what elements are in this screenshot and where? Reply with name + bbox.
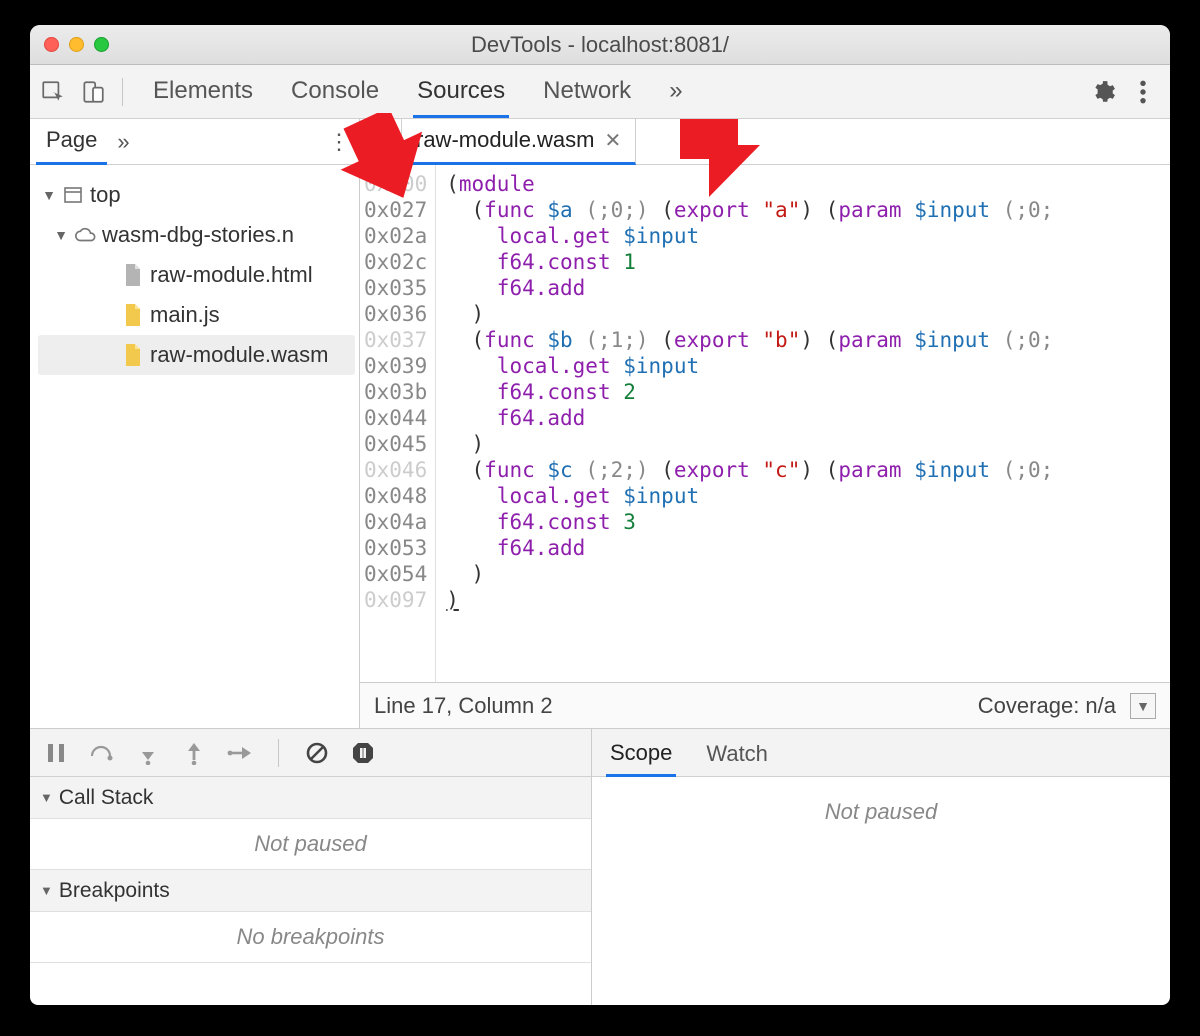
frame-icon (62, 184, 84, 206)
file-js-icon (122, 304, 144, 326)
disclosure-down-icon: ▼ (42, 177, 56, 213)
kebab-menu-icon[interactable] (1126, 75, 1160, 109)
tab-network[interactable]: Network (539, 65, 635, 118)
code-lines[interactable]: (module (func $a (;0;) (export "a") (par… (436, 165, 1053, 682)
more-tabs-icon[interactable]: » (665, 65, 686, 118)
debugger-pane: ▼ Call Stack Not paused ▼ Breakpoints No… (30, 729, 1170, 1005)
editor-tab-label: raw-module.wasm (416, 127, 595, 153)
separator (122, 78, 123, 106)
breakpoints-title: Breakpoints (59, 879, 170, 903)
cloud-icon (74, 224, 96, 246)
code-editor[interactable]: 0x000 0x027 0x02a 0x02c 0x035 0x036 0x03… (360, 165, 1170, 682)
debugger-right: Scope Watch Not paused (592, 729, 1170, 1005)
breakpoints-body: No breakpoints (30, 912, 591, 963)
upper-split: Page » ⋮ ▼ top ▼ (30, 119, 1170, 729)
pause-on-exceptions-icon[interactable] (349, 739, 377, 767)
file-wasm-icon (122, 344, 144, 366)
tab-scope[interactable]: Scope (606, 729, 676, 777)
devtools-window: DevTools - localhost:8081/ Elements Cons… (30, 25, 1170, 1005)
panel-tabs: Elements Console Sources Network » (149, 65, 687, 118)
window-title: DevTools - localhost:8081/ (30, 32, 1170, 58)
tree-file[interactable]: raw-module.html (38, 255, 355, 295)
file-tree: ▼ top ▼ wasm-dbg-stories.n (30, 165, 359, 381)
tab-watch[interactable]: Watch (702, 730, 772, 775)
gear-icon[interactable] (1086, 75, 1120, 109)
annotation-arrow-icon (340, 113, 435, 203)
callstack-title: Call Stack (59, 786, 154, 810)
tree-label: raw-module.html (150, 257, 313, 293)
scope-watch-tabs: Scope Watch (592, 729, 1170, 777)
coverage-label: Coverage: n/a (978, 693, 1116, 719)
annotation-arrow-icon (680, 119, 760, 199)
callstack-header[interactable]: ▼ Call Stack (30, 777, 591, 819)
deactivate-breakpoints-icon[interactable] (303, 739, 331, 767)
device-toolbar-icon[interactable] (76, 75, 110, 109)
coverage-toggle-icon[interactable]: ▼ (1130, 693, 1156, 719)
tree-file[interactable]: main.js (38, 295, 355, 335)
tree-label: wasm-dbg-stories.n (102, 217, 294, 253)
step-into-icon[interactable] (134, 739, 162, 767)
titlebar: DevTools - localhost:8081/ (30, 25, 1170, 65)
editor-pane: raw-module.wasm ✕ 0x000 0x027 0x02a 0x02… (360, 119, 1170, 728)
breakpoints-header[interactable]: ▼ Breakpoints (30, 870, 591, 912)
tree-label: raw-module.wasm (150, 337, 329, 373)
devtools-toolbar: Elements Console Sources Network » (30, 65, 1170, 119)
debugger-left: ▼ Call Stack Not paused ▼ Breakpoints No… (30, 729, 592, 1005)
step-over-icon[interactable] (88, 739, 116, 767)
close-tab-icon[interactable]: ✕ (605, 128, 622, 153)
tree-label: main.js (150, 297, 220, 333)
step-out-icon[interactable] (180, 739, 208, 767)
disclosure-down-icon: ▼ (40, 790, 53, 805)
disclosure-down-icon: ▼ (40, 883, 53, 898)
separator (278, 739, 279, 767)
navigator-tabs: Page » ⋮ (30, 119, 359, 165)
tab-sources[interactable]: Sources (413, 65, 509, 118)
content: Page » ⋮ ▼ top ▼ (30, 119, 1170, 1005)
tab-console[interactable]: Console (287, 65, 383, 118)
callstack-body: Not paused (30, 819, 591, 870)
step-icon[interactable] (226, 739, 254, 767)
inspect-element-icon[interactable] (36, 75, 70, 109)
debugger-toolbar (30, 729, 591, 777)
navigator-tab-page[interactable]: Page (36, 118, 107, 165)
file-icon (122, 264, 144, 286)
scope-body: Not paused (592, 777, 1170, 1005)
editor-tab[interactable]: raw-module.wasm ✕ (402, 119, 636, 165)
pause-icon[interactable] (42, 739, 70, 767)
line-gutter: 0x000 0x027 0x02a 0x02c 0x035 0x036 0x03… (360, 165, 436, 682)
tab-elements[interactable]: Elements (149, 65, 257, 118)
editor-tabs: raw-module.wasm ✕ (360, 119, 1170, 165)
editor-status-bar: Line 17, Column 2 Coverage: n/a ▼ (360, 682, 1170, 728)
tree-top-frame[interactable]: ▼ top (38, 175, 355, 215)
navigator-pane: Page » ⋮ ▼ top ▼ (30, 119, 360, 728)
disclosure-down-icon: ▼ (54, 217, 68, 253)
navigator-more-icon[interactable]: » (107, 120, 139, 164)
tree-origin[interactable]: ▼ wasm-dbg-stories.n (38, 215, 355, 255)
tree-file[interactable]: raw-module.wasm (38, 335, 355, 375)
cursor-position: Line 17, Column 2 (374, 693, 553, 719)
tree-label: top (90, 177, 121, 213)
